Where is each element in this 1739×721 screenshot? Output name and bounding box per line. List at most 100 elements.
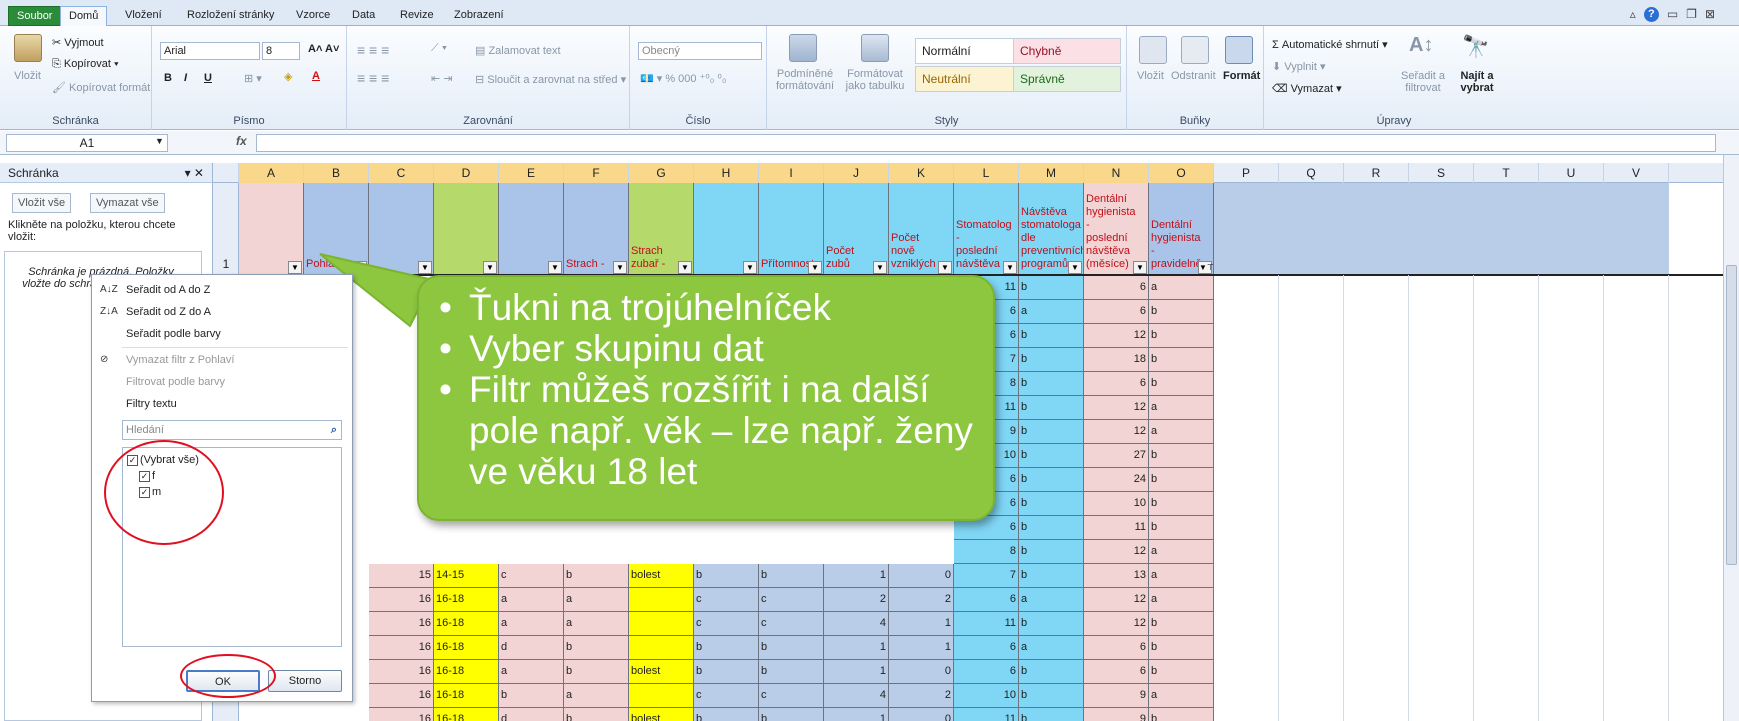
cell-f[interactable]: b [564,708,629,721]
cell-o[interactable]: b [1149,612,1214,636]
text-filters-item[interactable]: Filtry textu [92,393,352,415]
cell-l[interactable]: 11 [954,708,1019,721]
cell-o[interactable]: b [1149,444,1214,468]
cell-l[interactable]: 6 [954,588,1019,612]
cell-m[interactable]: b [1019,420,1084,444]
cell-i[interactable]: c [759,588,824,612]
grow-font-icon[interactable]: A˄ A˅ [308,43,339,55]
cell-m[interactable]: b [1019,684,1084,708]
cell-o[interactable]: a [1149,396,1214,420]
cell-l[interactable]: 6 [954,636,1019,660]
cell-n[interactable]: 12 [1084,396,1149,420]
cell-o[interactable]: b [1149,660,1214,684]
tab-insert[interactable]: Vložení [117,6,170,26]
column-header-k[interactable]: K [889,163,954,183]
cell-n[interactable]: 6 [1084,660,1149,684]
cell-c[interactable]: 16 [369,660,434,684]
cell-l[interactable]: 10 [954,684,1019,708]
header-cell-n[interactable]: Dentální hygienista - poslední návštěva … [1084,183,1149,275]
delete-cells-icon[interactable] [1181,36,1209,64]
cell-d[interactable]: 16-18 [434,684,499,708]
cell-n[interactable]: 6 [1084,636,1149,660]
clear-all-button[interactable]: Vymazat vše [90,193,165,213]
orientation-icon[interactable]: ⟋ ▾ [431,42,447,55]
cell-o[interactable]: a [1149,540,1214,564]
filter-active-icon[interactable]: ▼⊤ [1198,261,1213,274]
delete-cells-button[interactable]: Odstranit [1171,70,1216,82]
filter-dropdown-icon[interactable]: ▼ [483,261,497,274]
cell-l[interactable]: 11 [954,612,1019,636]
cell-k[interactable]: 2 [889,588,954,612]
find-select-button[interactable]: Najít a vybrat [1452,70,1502,94]
cell-i[interactable]: b [759,564,824,588]
cell-m[interactable]: b [1019,468,1084,492]
cell-n[interactable]: 12 [1084,540,1149,564]
cell-n[interactable]: 13 [1084,564,1149,588]
cell-m[interactable]: b [1019,708,1084,721]
format-painter-button[interactable]: 🖌 Kopírovat formát [52,81,150,94]
cell-c[interactable]: 16 [369,636,434,660]
column-header-e[interactable]: E [499,163,564,183]
cell-c[interactable]: 16 [369,684,434,708]
filter-dropdown-icon[interactable]: ▼ [1003,261,1017,274]
cell-d[interactable]: 16-18 [434,708,499,721]
accounting-format-icon[interactable]: 💶 ▾ % 000 ⁺⁰₀ ⁰₀ [640,72,726,85]
column-header-v[interactable]: V [1604,163,1669,183]
cell-m[interactable]: b [1019,516,1084,540]
style-normal[interactable]: Normální [915,38,1023,64]
filter-dropdown-icon[interactable]: ▼ [678,261,692,274]
borders-icon[interactable]: ⊞ ▾ [244,72,262,85]
cell-e[interactable]: a [499,660,564,684]
header-cell-o[interactable]: Dentální hygienista - pravidelně ▼⊤ [1149,183,1214,275]
cell-h[interactable]: c [694,612,759,636]
pane-close-icon[interactable]: ▾ ✕ [185,163,204,183]
cell-f[interactable]: a [564,588,629,612]
cell-j[interactable]: 4 [824,684,889,708]
tab-view[interactable]: Zobrazení [446,6,512,26]
cell-e[interactable]: a [499,588,564,612]
column-header-o[interactable]: O [1149,163,1214,183]
cell-f[interactable]: a [564,684,629,708]
cell-h[interactable]: b [694,636,759,660]
style-good[interactable]: Správně [1013,66,1121,92]
cell-o[interactable]: b [1149,708,1214,721]
cell-o[interactable]: b [1149,468,1214,492]
column-header-s[interactable]: S [1409,163,1474,183]
cell-d[interactable]: 16-18 [434,612,499,636]
column-header-f[interactable]: F [564,163,629,183]
font-size-combo[interactable]: 8 [262,42,300,60]
font-color-icon[interactable]: A [312,70,320,82]
format-cells-icon[interactable] [1225,36,1253,64]
column-header-l[interactable]: L [954,163,1019,183]
format-as-table-button[interactable]: Formátovat jako tabulku [839,68,911,92]
cell-o[interactable]: b [1149,516,1214,540]
cell-h[interactable]: b [694,564,759,588]
style-neutral[interactable]: Neutrální [915,66,1023,92]
cell-d[interactable]: 16-18 [434,588,499,612]
cell-m[interactable]: b [1019,444,1084,468]
cell-i[interactable]: b [759,636,824,660]
cell-k[interactable]: 2 [889,684,954,708]
tab-home[interactable]: Domů [60,6,108,27]
cell-k[interactable]: 1 [889,612,954,636]
cell-h[interactable]: b [694,708,759,721]
cell-n[interactable]: 10 [1084,492,1149,516]
cell-m[interactable]: b [1019,564,1084,588]
filter-dropdown-icon[interactable]: ▼ [938,261,952,274]
header-cell-m[interactable]: Návštěva stomatologa dle preventivních p… [1019,183,1084,275]
tab-file[interactable]: Soubor [8,6,62,26]
sort-a-z-item[interactable]: A↓Z Seřadit od A do Z [92,279,352,301]
find-select-icon[interactable]: 🔭 [1462,34,1489,60]
cell-c[interactable]: 16 [369,708,434,721]
autosum-button[interactable]: Σ Automatické shrnutí ▾ [1272,38,1388,51]
cell-d[interactable]: 16-18 [434,660,499,684]
column-header-h[interactable]: H [694,163,759,183]
cell-f[interactable]: b [564,636,629,660]
cell-n[interactable]: 6 [1084,372,1149,396]
column-header-g[interactable]: G [629,163,694,183]
conditional-format-icon[interactable] [789,34,817,62]
column-header-i[interactable]: I [759,163,824,183]
insert-cells-button[interactable]: Vložit [1137,70,1164,82]
restore-icon[interactable]: ❐ [1686,7,1697,22]
cell-n[interactable]: 6 [1084,300,1149,324]
